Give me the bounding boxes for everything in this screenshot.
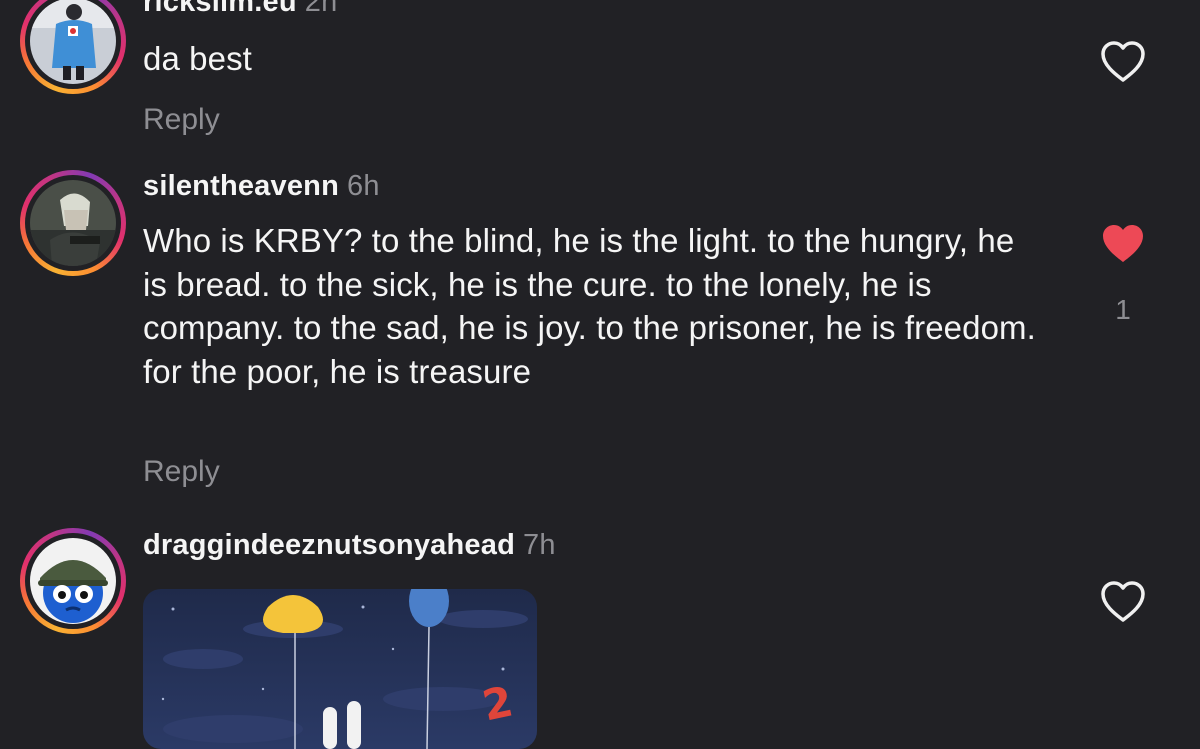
comment-username[interactable]: rickslim.eu 2h [143,0,337,19]
comment-username[interactable]: silentheavenn 6h [143,170,380,203]
like-count[interactable]: 1 [1100,294,1146,326]
username-text[interactable]: rickslim.eu [143,0,297,18]
username-text[interactable]: silentheavenn [143,170,339,202]
anime-character-avatar-icon [30,180,116,266]
avatar[interactable] [20,0,126,94]
avatar[interactable] [20,528,126,634]
reply-button[interactable]: Reply [143,455,220,489]
comment-timestamp: 2h [304,0,338,18]
comment-timestamp: 6h [347,170,380,202]
comment-timestamp: 7h [523,529,556,561]
blue-soldier-cartoon-avatar-icon [30,538,116,624]
like-button[interactable] [1100,40,1146,84]
avatar[interactable] [20,170,126,276]
heart-filled-icon [1103,225,1143,262]
comment-media-image[interactable]: 2 [143,589,537,749]
like-button[interactable] [1100,222,1146,266]
heart-outline-icon [1101,41,1145,82]
username-text[interactable]: draggindeeznutsonyahead [143,529,515,561]
heart-outline-icon [1101,581,1145,622]
like-button[interactable] [1100,580,1146,624]
comment-username[interactable]: draggindeeznutsonyahead 7h [143,529,556,562]
balloons-night-sky-image-icon [143,589,537,749]
person-blue-jacket-avatar-icon [30,0,116,84]
reply-button[interactable]: Reply [143,103,220,137]
comment-text: da best [143,40,252,77]
comment-text: Who is KRBY? to the blind, he is the lig… [143,222,1036,390]
